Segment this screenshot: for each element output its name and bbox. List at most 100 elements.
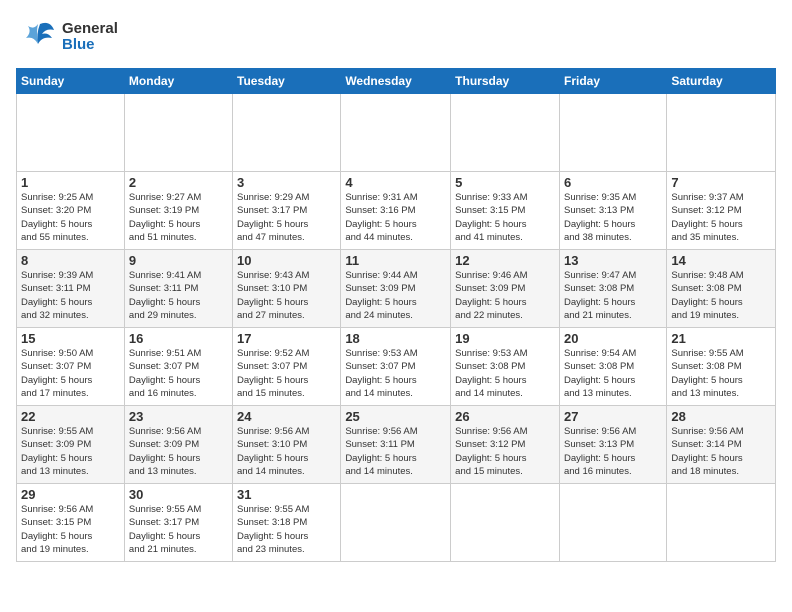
day-number: 18 — [345, 331, 446, 346]
day-cell — [667, 94, 776, 172]
day-number: 15 — [21, 331, 120, 346]
day-info: Sunrise: 9:56 AM Sunset: 3:12 PM Dayligh… — [455, 425, 555, 478]
day-info: Sunrise: 9:52 AM Sunset: 3:07 PM Dayligh… — [237, 347, 336, 400]
weekday-header-sunday: Sunday — [17, 69, 125, 94]
day-info: Sunrise: 9:46 AM Sunset: 3:09 PM Dayligh… — [455, 269, 555, 322]
day-number: 21 — [671, 331, 771, 346]
day-info: Sunrise: 9:55 AM Sunset: 3:09 PM Dayligh… — [21, 425, 120, 478]
weekday-header-tuesday: Tuesday — [233, 69, 341, 94]
day-cell: 21Sunrise: 9:55 AM Sunset: 3:08 PM Dayli… — [667, 328, 776, 406]
logo-general: General — [62, 21, 118, 38]
day-cell: 10Sunrise: 9:43 AM Sunset: 3:10 PM Dayli… — [233, 250, 341, 328]
week-row-6: 29Sunrise: 9:56 AM Sunset: 3:15 PM Dayli… — [17, 484, 776, 562]
calendar-table: SundayMondayTuesdayWednesdayThursdayFrid… — [16, 68, 776, 562]
week-row-4: 15Sunrise: 9:50 AM Sunset: 3:07 PM Dayli… — [17, 328, 776, 406]
day-cell: 18Sunrise: 9:53 AM Sunset: 3:07 PM Dayli… — [341, 328, 451, 406]
day-info: Sunrise: 9:56 AM Sunset: 3:11 PM Dayligh… — [345, 425, 446, 478]
day-cell: 1Sunrise: 9:25 AM Sunset: 3:20 PM Daylig… — [17, 172, 125, 250]
weekday-header-wednesday: Wednesday — [341, 69, 451, 94]
day-cell: 25Sunrise: 9:56 AM Sunset: 3:11 PM Dayli… — [341, 406, 451, 484]
day-info: Sunrise: 9:51 AM Sunset: 3:07 PM Dayligh… — [129, 347, 228, 400]
weekday-header-friday: Friday — [559, 69, 666, 94]
day-cell: 15Sunrise: 9:50 AM Sunset: 3:07 PM Dayli… — [17, 328, 125, 406]
day-number: 4 — [345, 175, 446, 190]
day-cell: 9Sunrise: 9:41 AM Sunset: 3:11 PM Daylig… — [124, 250, 232, 328]
day-cell — [451, 94, 560, 172]
day-cell — [341, 94, 451, 172]
day-number: 1 — [21, 175, 120, 190]
day-number: 7 — [671, 175, 771, 190]
weekday-header-row: SundayMondayTuesdayWednesdayThursdayFrid… — [17, 69, 776, 94]
day-cell: 20Sunrise: 9:54 AM Sunset: 3:08 PM Dayli… — [559, 328, 666, 406]
day-cell: 31Sunrise: 9:55 AM Sunset: 3:18 PM Dayli… — [233, 484, 341, 562]
day-info: Sunrise: 9:50 AM Sunset: 3:07 PM Dayligh… — [21, 347, 120, 400]
day-number: 6 — [564, 175, 662, 190]
day-cell — [559, 484, 666, 562]
day-cell: 6Sunrise: 9:35 AM Sunset: 3:13 PM Daylig… — [559, 172, 666, 250]
day-number: 25 — [345, 409, 446, 424]
day-cell: 19Sunrise: 9:53 AM Sunset: 3:08 PM Dayli… — [451, 328, 560, 406]
day-number: 11 — [345, 253, 446, 268]
week-row-1 — [17, 94, 776, 172]
day-cell: 16Sunrise: 9:51 AM Sunset: 3:07 PM Dayli… — [124, 328, 232, 406]
day-cell: 30Sunrise: 9:55 AM Sunset: 3:17 PM Dayli… — [124, 484, 232, 562]
day-number: 31 — [237, 487, 336, 502]
day-number: 5 — [455, 175, 555, 190]
page: General Blue SundayMondayTuesdayWednesda… — [0, 0, 792, 612]
day-cell: 11Sunrise: 9:44 AM Sunset: 3:09 PM Dayli… — [341, 250, 451, 328]
day-cell: 24Sunrise: 9:56 AM Sunset: 3:10 PM Dayli… — [233, 406, 341, 484]
day-info: Sunrise: 9:55 AM Sunset: 3:18 PM Dayligh… — [237, 503, 336, 556]
day-number: 20 — [564, 331, 662, 346]
weekday-header-monday: Monday — [124, 69, 232, 94]
day-number: 3 — [237, 175, 336, 190]
day-info: Sunrise: 9:33 AM Sunset: 3:15 PM Dayligh… — [455, 191, 555, 244]
day-cell — [667, 484, 776, 562]
day-number: 30 — [129, 487, 228, 502]
day-number: 29 — [21, 487, 120, 502]
logo: General Blue — [16, 16, 118, 58]
day-number: 26 — [455, 409, 555, 424]
day-info: Sunrise: 9:55 AM Sunset: 3:08 PM Dayligh… — [671, 347, 771, 400]
day-info: Sunrise: 9:54 AM Sunset: 3:08 PM Dayligh… — [564, 347, 662, 400]
day-info: Sunrise: 9:31 AM Sunset: 3:16 PM Dayligh… — [345, 191, 446, 244]
day-info: Sunrise: 9:56 AM Sunset: 3:10 PM Dayligh… — [237, 425, 336, 478]
day-info: Sunrise: 9:35 AM Sunset: 3:13 PM Dayligh… — [564, 191, 662, 244]
day-number: 8 — [21, 253, 120, 268]
day-info: Sunrise: 9:29 AM Sunset: 3:17 PM Dayligh… — [237, 191, 336, 244]
day-number: 13 — [564, 253, 662, 268]
day-info: Sunrise: 9:41 AM Sunset: 3:11 PM Dayligh… — [129, 269, 228, 322]
day-cell: 22Sunrise: 9:55 AM Sunset: 3:09 PM Dayli… — [17, 406, 125, 484]
day-number: 28 — [671, 409, 771, 424]
day-cell — [341, 484, 451, 562]
day-info: Sunrise: 9:56 AM Sunset: 3:15 PM Dayligh… — [21, 503, 120, 556]
day-number: 19 — [455, 331, 555, 346]
day-number: 12 — [455, 253, 555, 268]
logo-svg — [16, 16, 58, 58]
day-number: 27 — [564, 409, 662, 424]
day-info: Sunrise: 9:47 AM Sunset: 3:08 PM Dayligh… — [564, 269, 662, 322]
day-number: 17 — [237, 331, 336, 346]
weekday-header-thursday: Thursday — [451, 69, 560, 94]
week-row-2: 1Sunrise: 9:25 AM Sunset: 3:20 PM Daylig… — [17, 172, 776, 250]
day-number: 16 — [129, 331, 228, 346]
day-info: Sunrise: 9:56 AM Sunset: 3:13 PM Dayligh… — [564, 425, 662, 478]
day-info: Sunrise: 9:48 AM Sunset: 3:08 PM Dayligh… — [671, 269, 771, 322]
header: General Blue — [16, 16, 776, 58]
day-number: 14 — [671, 253, 771, 268]
day-cell — [559, 94, 666, 172]
day-info: Sunrise: 9:43 AM Sunset: 3:10 PM Dayligh… — [237, 269, 336, 322]
day-info: Sunrise: 9:27 AM Sunset: 3:19 PM Dayligh… — [129, 191, 228, 244]
day-cell: 23Sunrise: 9:56 AM Sunset: 3:09 PM Dayli… — [124, 406, 232, 484]
day-cell: 7Sunrise: 9:37 AM Sunset: 3:12 PM Daylig… — [667, 172, 776, 250]
day-cell: 12Sunrise: 9:46 AM Sunset: 3:09 PM Dayli… — [451, 250, 560, 328]
day-info: Sunrise: 9:39 AM Sunset: 3:11 PM Dayligh… — [21, 269, 120, 322]
day-cell: 27Sunrise: 9:56 AM Sunset: 3:13 PM Dayli… — [559, 406, 666, 484]
day-info: Sunrise: 9:37 AM Sunset: 3:12 PM Dayligh… — [671, 191, 771, 244]
day-cell: 4Sunrise: 9:31 AM Sunset: 3:16 PM Daylig… — [341, 172, 451, 250]
day-cell: 29Sunrise: 9:56 AM Sunset: 3:15 PM Dayli… — [17, 484, 125, 562]
day-info: Sunrise: 9:53 AM Sunset: 3:08 PM Dayligh… — [455, 347, 555, 400]
day-number: 24 — [237, 409, 336, 424]
day-cell: 3Sunrise: 9:29 AM Sunset: 3:17 PM Daylig… — [233, 172, 341, 250]
day-cell: 13Sunrise: 9:47 AM Sunset: 3:08 PM Dayli… — [559, 250, 666, 328]
day-number: 10 — [237, 253, 336, 268]
